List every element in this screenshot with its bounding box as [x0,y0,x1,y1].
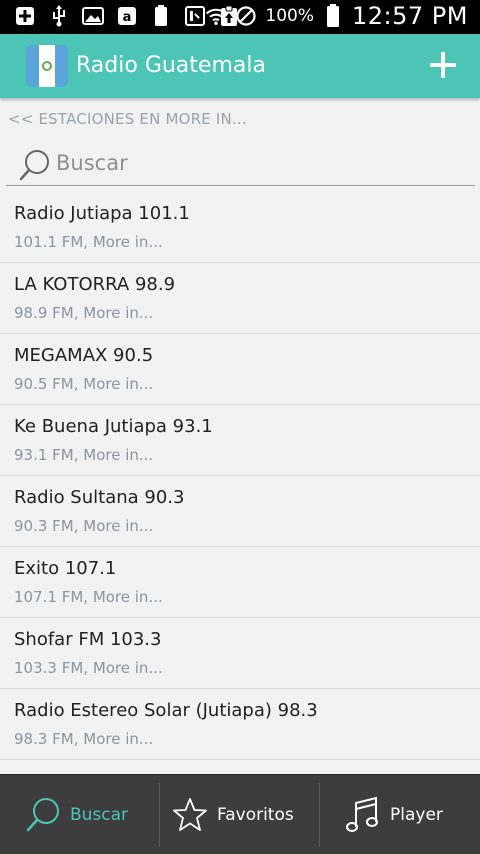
battery-100-icon [150,5,172,27]
music-note-icon [346,796,378,832]
station-detail: 101.1 FM, More in... [14,233,163,251]
status-bar: a 100% 12:57 PM [0,0,480,34]
tab-player[interactable]: Player [344,775,443,854]
list-item[interactable]: Exito 107.1 107.1 FM, More in... [0,547,480,618]
add-button[interactable] [426,48,460,82]
station-name: Ke Buena Jutiapa 93.1 [14,416,213,437]
search-icon [26,798,59,832]
search-input[interactable] [56,148,456,178]
battery-percent: 100% [265,6,315,26]
system-status: 100% 12:57 PM [205,2,468,30]
tab-label: Player [390,805,443,825]
station-name: Radio Jutiapa 101.1 [14,203,190,224]
rx-icon [184,5,206,27]
station-name: Shofar FM 103.3 [14,629,162,650]
tab-favoritos[interactable]: Favoritos [171,775,294,854]
station-name: Exito 107.1 [14,558,117,579]
search-icon [19,150,49,181]
list-item[interactable]: Radio Sultana 90.3 90.3 FM, More in... [0,476,480,547]
search-bar[interactable] [6,140,475,186]
station-list: Radio Jutiapa 101.1 101.1 FM, More in...… [0,192,480,760]
list-item[interactable]: MEGAMAX 90.5 90.5 FM, More in... [0,334,480,405]
station-detail: 103.3 FM, More in... [14,659,163,677]
tab-divider [319,783,320,847]
station-detail: 98.9 FM, More in... [14,304,154,322]
tab-label: Buscar [70,805,129,825]
station-detail: 98.3 FM, More in... [14,730,154,748]
app-bar: Radio Guatemala [0,34,480,98]
do-not-disturb-icon [235,5,257,27]
tab-divider [159,783,160,847]
station-name: Radio Estereo Solar (Jutiapa) 98.3 [14,700,318,721]
amazon-icon: a [116,5,138,27]
station-detail: 90.5 FM, More in... [14,375,154,393]
station-detail: 90.3 FM, More in... [14,517,154,535]
image-icon [82,5,104,27]
app-title: Radio Guatemala [76,53,266,78]
add-box-icon [14,5,36,27]
usb-icon [48,5,70,27]
breadcrumb-back-link[interactable]: << ESTACIONES EN MORE IN... [8,110,247,128]
list-item[interactable]: Ke Buena Jutiapa 93.1 93.1 FM, More in..… [0,405,480,476]
list-item[interactable]: Shofar FM 103.3 103.3 FM, More in... [0,618,480,689]
station-name: MEGAMAX 90.5 [14,345,154,366]
list-item[interactable]: Radio Estereo Solar (Jutiapa) 98.3 98.3 … [0,689,480,760]
list-item[interactable]: LA KOTORRA 98.9 98.9 FM, More in... [0,263,480,334]
tab-label: Favoritos [217,805,294,825]
battery-icon [322,4,344,27]
star-icon [173,798,207,831]
station-detail: 93.1 FM, More in... [14,446,154,464]
bottom-nav: Buscar Favoritos Player [0,774,480,854]
guatemala-flag-icon [26,45,68,87]
clock: 12:57 PM [352,2,468,30]
station-detail: 107.1 FM, More in... [14,588,163,606]
tab-buscar[interactable]: Buscar [24,775,128,854]
wifi-icon [205,5,227,27]
svg-text:a: a [123,10,132,25]
station-name: LA KOTORRA 98.9 [14,274,176,295]
list-item[interactable]: Radio Jutiapa 101.1 101.1 FM, More in... [0,192,480,263]
station-name: Radio Sultana 90.3 [14,487,185,508]
